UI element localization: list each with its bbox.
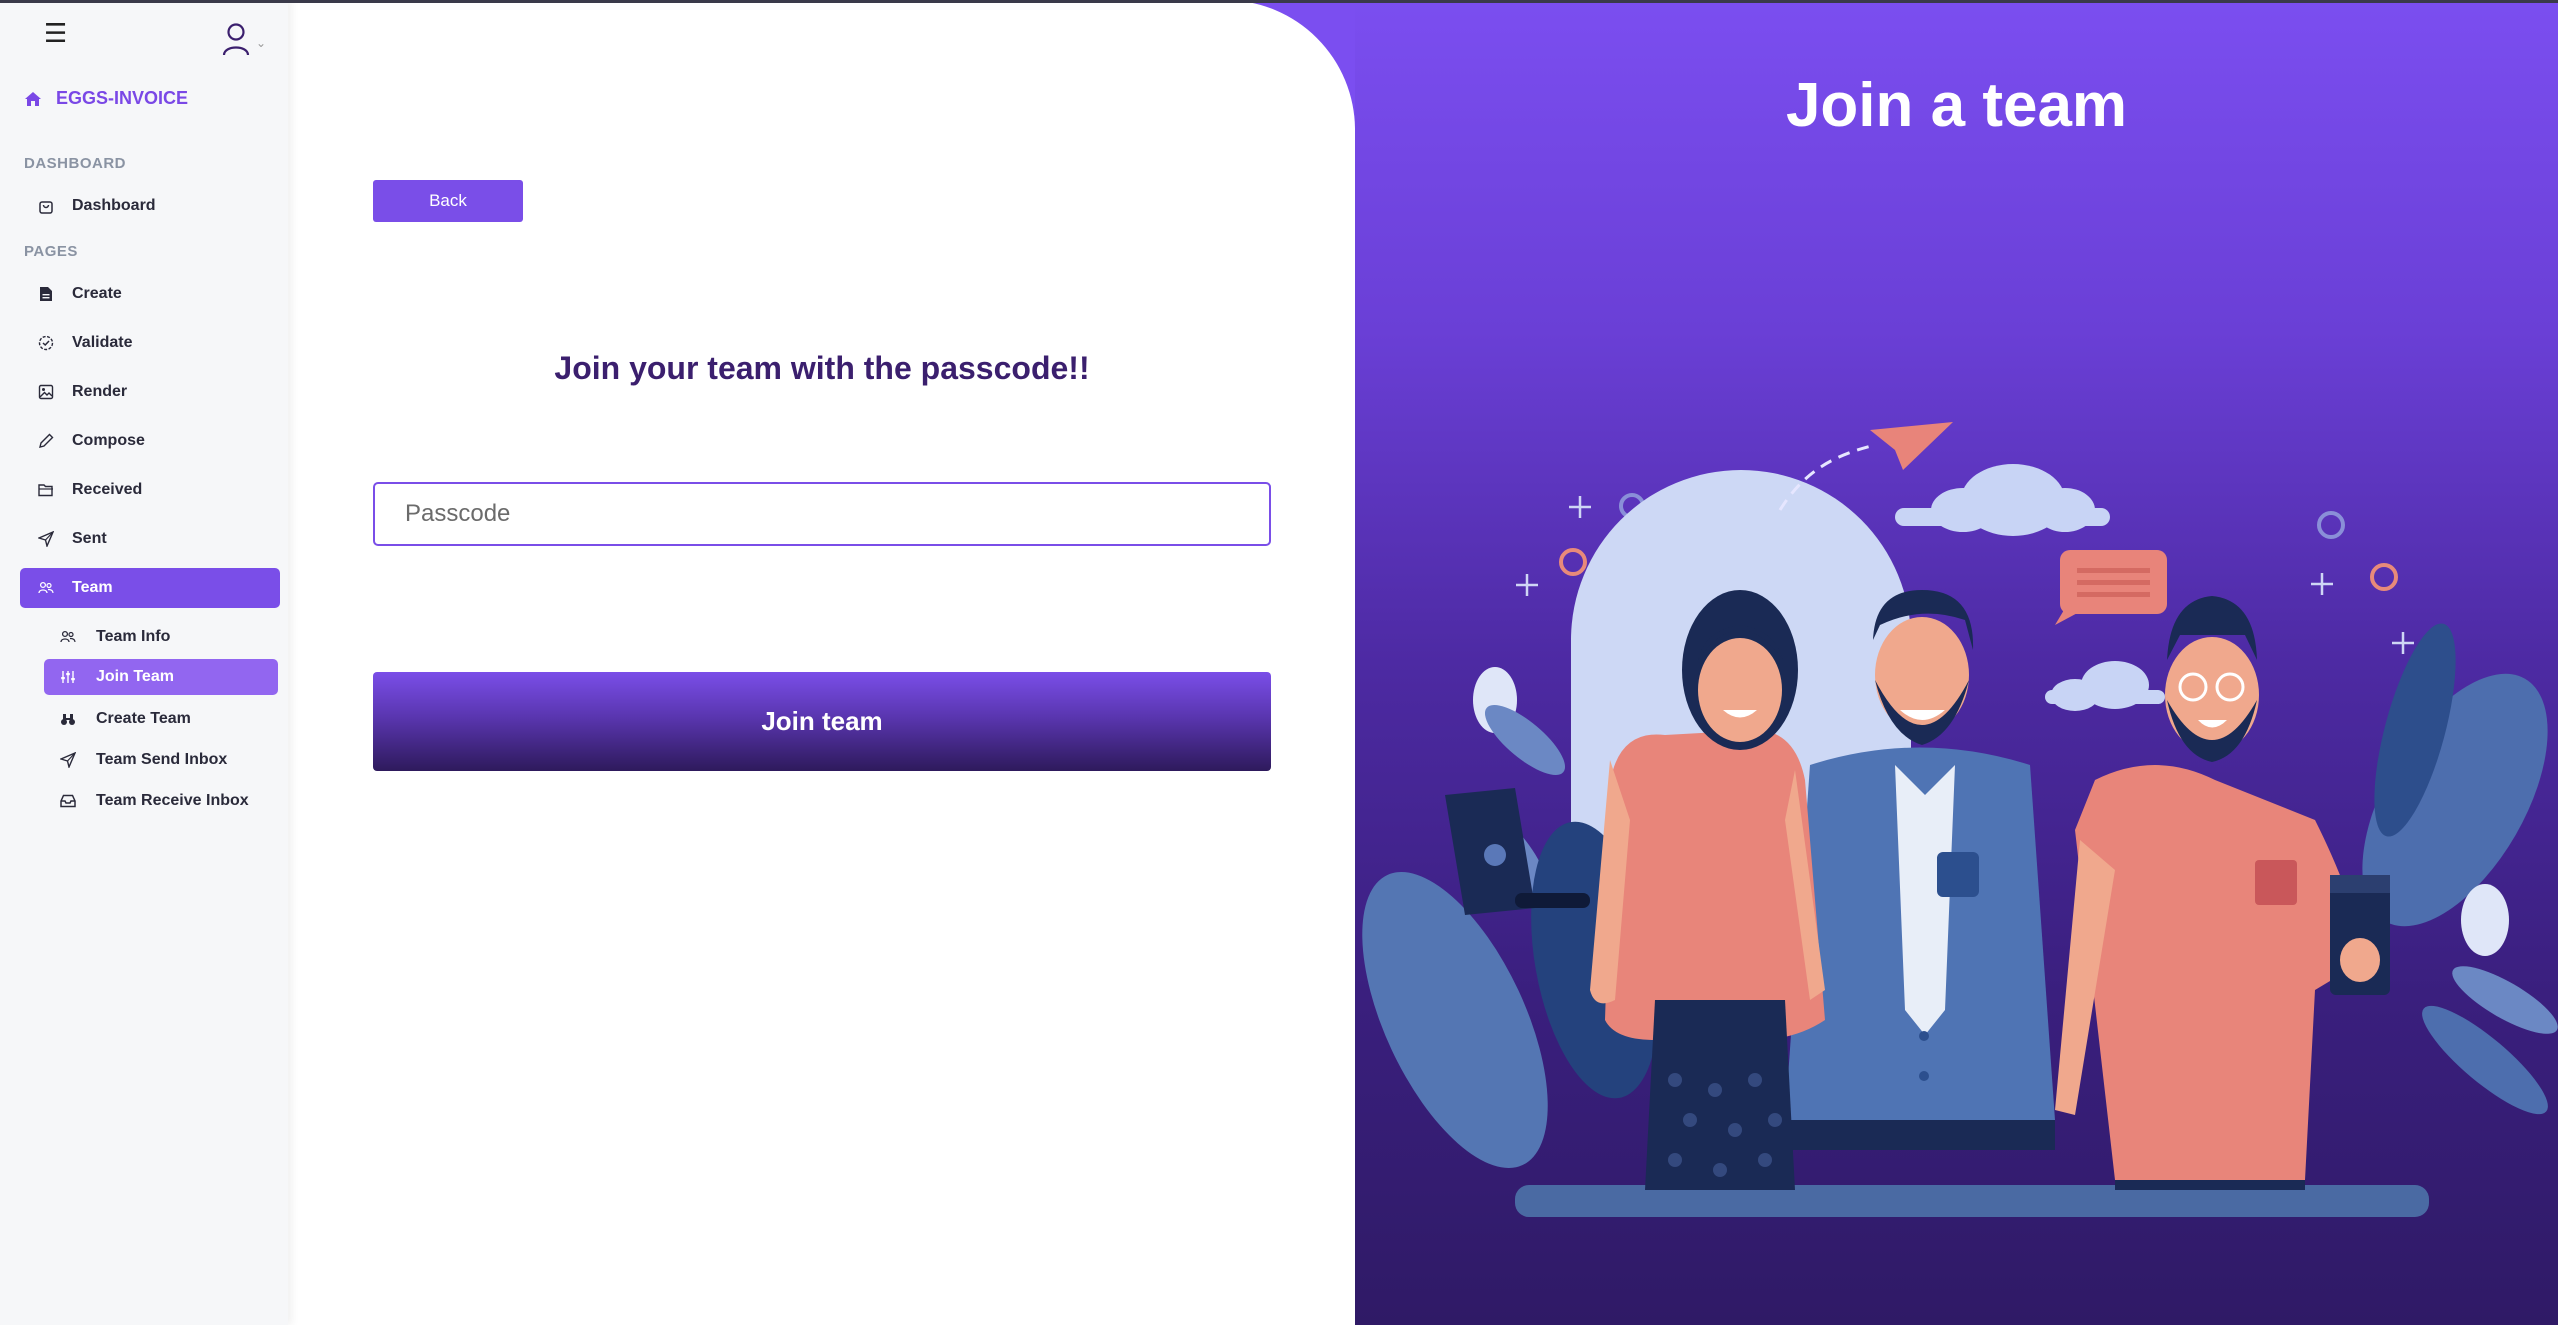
binoculars-icon	[58, 709, 78, 729]
sidebar-item-received[interactable]: Received	[20, 470, 280, 510]
sidebar-subitem-join-team[interactable]: Join Team	[44, 659, 278, 695]
folder-open-icon	[36, 480, 56, 500]
user-icon	[222, 23, 250, 56]
bag-icon	[36, 196, 56, 216]
sidebar: ☰ ⌄ EGGS-INVOICE DASHBOARD Dashboard PAG…	[0, 0, 288, 1325]
sidebar-subitem-label: Team Info	[96, 628, 171, 645]
sidebar-item-render[interactable]: Render	[20, 372, 280, 412]
inbox-icon	[58, 791, 78, 811]
sidebar-item-sent[interactable]: Sent	[20, 519, 280, 559]
leaf-decoration	[2362, 623, 2558, 1115]
hero-corner-curve	[1200, 0, 1355, 155]
back-button[interactable]: Back	[373, 180, 523, 222]
sidebar-subitem-label: Team Receive Inbox	[96, 792, 249, 809]
file-icon	[36, 284, 56, 304]
passcode-input[interactable]	[373, 482, 1271, 546]
home-icon	[25, 91, 41, 106]
sidebar-item-label: Compose	[72, 432, 145, 449]
sidebar-item-dashboard[interactable]: Dashboard	[20, 186, 280, 226]
sidebar-subitem-team-receive-inbox[interactable]: Team Receive Inbox	[44, 783, 278, 819]
join-team-button[interactable]: Join team	[373, 672, 1271, 771]
menu-toggle-icon[interactable]: ☰	[44, 20, 67, 46]
sidebar-subitem-label: Team Send Inbox	[96, 751, 228, 768]
sidebar-subitem-label: Join Team	[96, 668, 174, 685]
sidebar-subitem-team-send-inbox[interactable]: Team Send Inbox	[44, 742, 278, 778]
sidebar-item-label: Dashboard	[72, 197, 156, 214]
sidebar-item-label: Received	[72, 481, 143, 498]
users-icon	[58, 627, 78, 647]
section-label-dashboard: DASHBOARD	[24, 155, 126, 172]
sidebar-item-label: Sent	[72, 530, 107, 547]
sidebar-item-label: Render	[72, 383, 128, 400]
sidebar-item-label: Create	[72, 285, 122, 302]
users-icon	[36, 578, 56, 598]
sidebar-subitem-team-info[interactable]: Team Info	[44, 619, 278, 655]
sidebar-subitem-create-team[interactable]: Create Team	[44, 701, 278, 737]
badge-check-icon	[36, 333, 56, 353]
pencil-icon	[36, 431, 56, 451]
window-top-border	[0, 0, 2558, 3]
form-heading: Join your team with the passcode!!	[554, 350, 1090, 386]
brand-link[interactable]: EGGS-INVOICE	[24, 88, 188, 109]
sidebar-item-team[interactable]: Team	[20, 568, 280, 608]
team-illustration	[1362, 422, 2558, 1217]
sidebar-item-create[interactable]: Create	[20, 274, 280, 314]
sidebar-item-compose[interactable]: Compose	[20, 421, 280, 461]
sidebar-item-label: Validate	[72, 334, 133, 351]
section-label-pages: PAGES	[24, 243, 78, 260]
sliders-icon	[58, 667, 78, 687]
user-menu-button[interactable]: ⌄	[222, 22, 266, 56]
speech-bubble-icon	[2055, 550, 2167, 625]
brand-name: EGGS-INVOICE	[56, 88, 189, 108]
image-icon	[36, 382, 56, 402]
send-icon	[36, 529, 56, 549]
sidebar-item-label: Team	[72, 579, 113, 596]
sidebar-subitem-label: Create Team	[96, 710, 191, 727]
hero-title: Join a team	[1785, 71, 2128, 140]
sidebar-item-validate[interactable]: Validate	[20, 323, 280, 363]
paper-plane-icon	[1870, 422, 1953, 470]
send-icon	[58, 750, 78, 770]
chevron-down-icon: ⌄	[256, 36, 267, 50]
hero-panel: Join a team	[1355, 0, 2558, 1325]
